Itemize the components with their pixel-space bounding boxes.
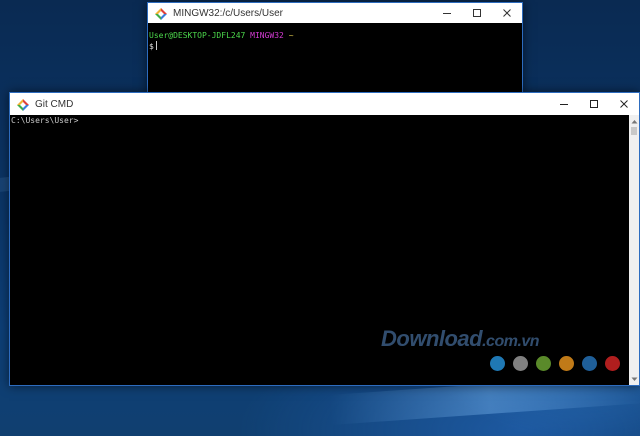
close-icon — [503, 9, 511, 17]
minimize-icon — [560, 104, 568, 105]
scroll-down-button[interactable] — [629, 374, 639, 384]
prompt-env: MINGW32 — [250, 31, 284, 40]
scroll-up-arrow-icon — [631, 119, 637, 123]
close-button[interactable] — [492, 3, 522, 23]
vertical-scrollbar[interactable] — [629, 115, 639, 385]
watermark-dot — [513, 356, 528, 371]
window-title: MINGW32:/c/Users/User — [173, 7, 284, 19]
watermark-dot — [536, 356, 551, 371]
window-controls — [432, 3, 522, 23]
maximize-button[interactable] — [462, 3, 492, 23]
cmd-terminal-output[interactable]: C:\Users\User> — [11, 115, 78, 126]
close-icon — [620, 100, 628, 108]
watermark-brand: Download — [381, 326, 483, 351]
git-cmd-window[interactable]: Git CMD C:\Users\User> — [9, 92, 640, 386]
minimize-button[interactable] — [432, 3, 462, 23]
git-diamond-icon — [17, 98, 29, 111]
text-cursor — [155, 41, 157, 50]
minimize-icon — [443, 13, 451, 14]
watermark-dots — [490, 356, 620, 371]
watermark-dot — [582, 356, 597, 371]
window-controls — [549, 93, 639, 115]
window-title: Git CMD — [35, 98, 74, 110]
scroll-down-arrow-icon — [631, 377, 637, 381]
git-diamond-icon — [155, 7, 167, 20]
watermark-dot — [605, 356, 620, 371]
scroll-up-button[interactable] — [629, 116, 639, 126]
cmd-prompt: C:\Users\User> — [11, 116, 79, 125]
minimize-button[interactable] — [549, 93, 579, 115]
maximize-button[interactable] — [579, 93, 609, 115]
prompt-symbol: $ — [149, 42, 154, 51]
maximize-icon — [473, 9, 481, 17]
mingw-terminal-window[interactable]: MINGW32:/c/Users/User User@DESKTOP-JDFL2… — [147, 2, 523, 96]
watermark-dot — [490, 356, 505, 371]
prompt-path: ~ — [288, 31, 294, 40]
watermark-dot — [559, 356, 574, 371]
mingw-title-bar[interactable]: MINGW32:/c/Users/User — [148, 3, 522, 23]
maximize-icon — [590, 100, 598, 108]
prompt-user-host: User@DESKTOP-JDFL247 — [149, 31, 246, 40]
watermark-suffix: .com.vn — [482, 333, 540, 350]
git-cmd-title-bar[interactable]: Git CMD — [10, 93, 639, 115]
download-watermark: Download.com.vn — [381, 326, 540, 352]
mingw-terminal-output[interactable]: User@DESKTOP-JDFL247 MINGW32 ~ $ — [149, 30, 294, 52]
close-button[interactable] — [609, 93, 639, 115]
scrollbar-thumb[interactable] — [631, 127, 637, 135]
